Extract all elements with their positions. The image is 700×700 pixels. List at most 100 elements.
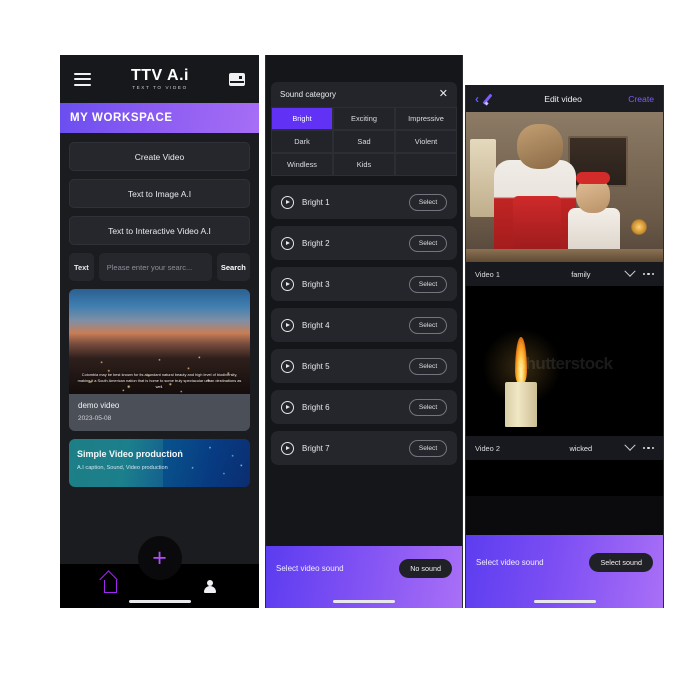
video-card[interactable]: Colombia may be best known for its abund…	[69, 289, 250, 431]
promo-subtitle: A.I caption, Sound, Video production	[77, 465, 168, 471]
select-button[interactable]: Select	[409, 316, 447, 334]
list-item[interactable]: Bright 5 Select	[271, 349, 457, 383]
sound-name: Bright 6	[302, 402, 330, 412]
close-icon[interactable]: ✕	[439, 89, 448, 100]
category-sad[interactable]: Sad	[333, 130, 395, 153]
chevron-down-icon[interactable]	[624, 439, 636, 451]
promo-card[interactable]: Simple Video production A.I caption, Sou…	[69, 439, 250, 487]
create-video-button[interactable]: Create Video	[69, 142, 250, 171]
category-exciting[interactable]: Exciting	[333, 107, 395, 130]
brand-subtitle: TEXT TO VIDEO	[132, 84, 188, 90]
home-indicator	[533, 600, 596, 603]
promo-title: Simple Video production	[77, 449, 183, 459]
sound-category-header: Sound category ✕	[271, 82, 457, 107]
counter-decoration	[466, 248, 663, 262]
select-button[interactable]: Select	[409, 357, 447, 375]
video-card-meta: demo video 2023-05-08	[69, 394, 250, 431]
play-icon[interactable]	[281, 195, 294, 209]
clip-tag: wicked	[569, 443, 593, 453]
sound-name: Bright 5	[302, 361, 330, 371]
clip-label: Video 2	[475, 443, 500, 453]
category-kids[interactable]: Kids	[333, 153, 395, 176]
sound-name: Bright 4	[302, 320, 330, 330]
category-impressive[interactable]: Impressive	[395, 107, 457, 130]
screenshot-stage: TTV A.i TEXT TO VIDEO MY WORKSPACE Creat…	[0, 0, 700, 700]
pencil-icon[interactable]	[485, 92, 498, 105]
select-sound-bar: Select video sound No sound	[266, 546, 462, 608]
search-type-selector[interactable]: Text	[69, 253, 94, 281]
home-icon[interactable]	[103, 579, 117, 593]
select-sound-bar: Select video sound Select sound	[466, 535, 663, 608]
play-icon[interactable]	[281, 236, 294, 250]
clip-meta-2: Video 2 wicked	[466, 436, 663, 460]
sound-name: Bright 7	[302, 443, 330, 453]
select-button[interactable]: Select	[409, 275, 447, 293]
category-violent[interactable]: Violent	[395, 130, 457, 153]
select-video-sound-label: Select video sound	[476, 558, 544, 567]
category-grid: Bright Exciting Impressive Dark Sad Viol…	[271, 107, 457, 176]
hamburger-icon[interactable]	[74, 72, 91, 86]
no-sound-button[interactable]: No sound	[399, 558, 452, 578]
more-icon[interactable]	[642, 446, 654, 450]
category-dark[interactable]: Dark	[271, 130, 333, 153]
more-icon[interactable]	[642, 272, 654, 276]
app-brand: TTV A.i TEXT TO VIDEO	[130, 66, 189, 91]
play-icon[interactable]	[281, 277, 294, 291]
add-button[interactable]: +	[137, 536, 182, 580]
create-button[interactable]: Create	[628, 94, 654, 104]
home-indicator	[333, 600, 395, 603]
brand-title: TTV A.i	[130, 66, 189, 84]
floating-action-wrap: +	[137, 536, 182, 580]
person-icon[interactable]	[203, 579, 216, 593]
search-button[interactable]: Search	[216, 253, 250, 281]
select-video-sound-label: Select video sound	[276, 563, 344, 573]
select-sound-button[interactable]: Select sound	[589, 553, 653, 572]
text-to-image-button[interactable]: Text to Image A.I	[69, 179, 250, 208]
list-item[interactable]: Bright 1 Select	[271, 185, 457, 219]
sound-name: Bright 1	[302, 197, 330, 207]
page-title: MY WORKSPACE	[70, 112, 173, 124]
category-empty-slot	[395, 153, 457, 176]
clip-list-filler	[466, 460, 663, 496]
list-item[interactable]: Bright 3 Select	[271, 267, 457, 301]
kitchen-scene-image	[466, 112, 663, 262]
select-button[interactable]: Select	[409, 234, 447, 252]
play-icon[interactable]	[281, 400, 294, 414]
list-item[interactable]: Bright 4 Select	[271, 308, 457, 342]
chevron-down-icon[interactable]	[624, 265, 636, 277]
text-to-interactive-video-button[interactable]: Text to Interactive Video A.I	[69, 216, 250, 245]
list-item[interactable]: Bright 7 Select	[271, 431, 457, 465]
select-button[interactable]: Select	[409, 439, 447, 457]
list-item[interactable]: Bright 2 Select	[271, 226, 457, 260]
sound-list: Bright 1 Select Bright 2 Select Bright 3…	[271, 185, 457, 465]
select-button[interactable]: Select	[409, 398, 447, 416]
home-indicator	[128, 600, 191, 603]
clip-meta-1: Video 1 family	[466, 262, 663, 286]
play-icon[interactable]	[281, 441, 294, 455]
clip-thumbnail-1[interactable]	[466, 112, 663, 262]
edit-video-topbar: ‹ Edit video Create	[466, 85, 663, 112]
list-item[interactable]: Bright 6 Select	[271, 390, 457, 424]
workspace-hero: MY WORKSPACE	[60, 103, 259, 133]
video-thumbnail[interactable]: Colombia may be best known for its abund…	[69, 289, 250, 394]
candle-body	[505, 382, 537, 427]
wallet-icon[interactable]	[228, 72, 245, 86]
category-bright[interactable]: Bright	[271, 107, 333, 130]
app-topbar: TTV A.i TEXT TO VIDEO	[60, 55, 259, 103]
play-icon[interactable]	[281, 318, 294, 332]
child-bow	[576, 172, 610, 184]
search-input[interactable]	[98, 253, 212, 281]
adult-head	[517, 124, 563, 169]
sound-category-title: Sound category	[280, 90, 337, 99]
video-card-title: demo video	[78, 401, 120, 410]
select-button[interactable]: Select	[409, 193, 447, 211]
watermark-text: shutterstock	[516, 354, 613, 373]
page-title: Edit video	[544, 93, 582, 104]
clip-label: Video 1	[475, 269, 500, 279]
clip-thumbnail-2[interactable]: shutterstock	[466, 286, 663, 436]
category-windless[interactable]: Windless	[271, 153, 333, 176]
play-icon[interactable]	[281, 359, 294, 373]
plus-icon: +	[152, 543, 167, 572]
chevron-left-icon[interactable]: ‹	[475, 93, 479, 105]
video-card-date: 2023-05-08	[78, 415, 112, 422]
